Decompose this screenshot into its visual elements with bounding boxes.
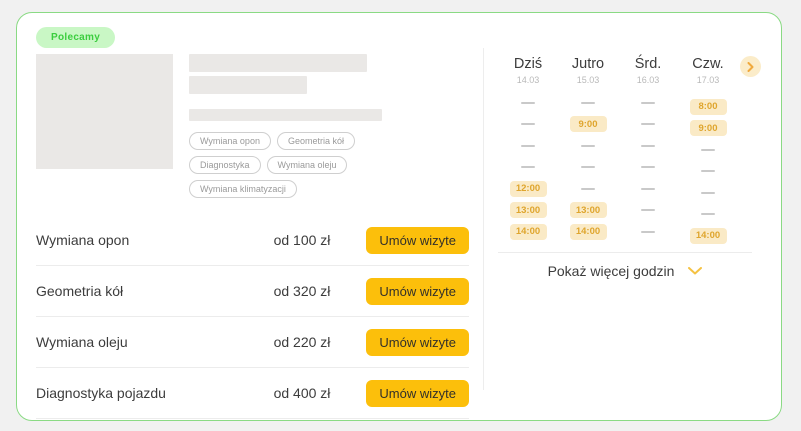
time-slot-button[interactable]: 9:00 xyxy=(690,120,727,136)
empty-slot-dash xyxy=(618,157,678,179)
placeholder-line xyxy=(189,76,307,94)
empty-slot-dash xyxy=(498,92,558,114)
service-provider-card: Polecamy Wymiana opon Geometria kół Diag… xyxy=(16,12,782,421)
empty-slot-dash xyxy=(678,182,738,204)
day-date: 17.03 xyxy=(678,75,738,85)
service-row: Wymiana opon od 100 zł Umów wizyte xyxy=(36,215,469,266)
time-slot-cell: 14:00 xyxy=(498,221,558,243)
service-name: Diagnostyka pojazdu xyxy=(36,385,230,401)
service-price: od 320 zł xyxy=(230,283,330,299)
service-row: Geometria kół od 320 zł Umów wizyte xyxy=(36,266,469,317)
chevron-down-icon xyxy=(688,267,702,275)
service-tag: Wymiana oleju xyxy=(267,156,348,174)
provider-image-placeholder xyxy=(36,54,173,169)
service-row: Wymiana oleju od 220 zł Umów wizyte xyxy=(36,317,469,368)
service-tag: Wymiana klimatyzacji xyxy=(189,180,297,198)
day-date: 15.03 xyxy=(558,75,618,85)
book-visit-button[interactable]: Umów wizyte xyxy=(366,380,469,407)
day-label: Śrd. xyxy=(618,56,678,72)
time-slot-cell: 14:00 xyxy=(678,225,738,247)
placeholder-line xyxy=(189,54,367,72)
empty-slot-dash xyxy=(618,221,678,243)
chevron-right-icon xyxy=(747,62,754,72)
service-price: od 100 zł xyxy=(230,232,330,248)
time-slot-button[interactable]: 14:00 xyxy=(690,228,727,244)
empty-slot-dash xyxy=(618,200,678,222)
placeholder-line xyxy=(189,109,382,121)
time-slot-button[interactable]: 8:00 xyxy=(690,99,727,115)
empty-slot-dash xyxy=(498,114,558,136)
time-slot-button[interactable]: 13:00 xyxy=(510,202,547,218)
empty-slot-dash xyxy=(618,92,678,114)
day-column-header: Dziś 14.03 xyxy=(498,56,558,85)
day-column-header: Czw. 17.03 xyxy=(678,56,738,85)
recommended-badge: Polecamy xyxy=(36,27,115,48)
service-tag: Diagnostyka xyxy=(189,156,261,174)
day-date: 14.03 xyxy=(498,75,558,85)
time-slot-cell: 13:00 xyxy=(558,200,618,222)
service-price: od 220 zł xyxy=(230,334,330,350)
next-days-button[interactable] xyxy=(740,56,761,77)
day-date: 16.03 xyxy=(618,75,678,85)
day-label: Dziś xyxy=(498,56,558,72)
service-name: Wymiana opon xyxy=(36,232,230,248)
empty-slot-dash xyxy=(558,92,618,114)
time-slot-cell: 12:00 xyxy=(498,178,558,200)
time-slot-cell: 9:00 xyxy=(678,118,738,140)
time-slot-cell: 13:00 xyxy=(498,200,558,222)
empty-slot-dash xyxy=(558,157,618,179)
empty-slot-dash xyxy=(678,139,738,161)
availability-calendar: Dziś 14.03 Jutro 15.03 Śrd. 16.03 Czw. 1… xyxy=(483,48,767,390)
empty-slot-dash xyxy=(558,178,618,200)
time-slot-button[interactable]: 9:00 xyxy=(570,116,607,132)
service-tag-list: Wymiana opon Geometria kół Diagnostyka W… xyxy=(189,132,429,198)
book-visit-button[interactable]: Umów wizyte xyxy=(366,227,469,254)
time-slot-grid: 8:00 9:00 9:00 12:00 13:00 13:00 14:00 14:00 14:… xyxy=(498,92,767,243)
time-slot-button[interactable]: 12:00 xyxy=(510,181,547,197)
book-visit-button[interactable]: Umów wizyte xyxy=(366,278,469,305)
provider-profile: Wymiana opon Geometria kół Diagnostyka W… xyxy=(36,54,469,198)
book-visit-button[interactable]: Umów wizyte xyxy=(366,329,469,356)
day-label: Czw. xyxy=(678,56,738,72)
empty-slot-dash xyxy=(618,114,678,136)
provider-details-pane: Wymiana opon Geometria kół Diagnostyka W… xyxy=(36,54,469,421)
time-slot-cell: 8:00 xyxy=(678,96,738,118)
empty-slot-dash xyxy=(498,135,558,157)
service-row: Diagnostyka pojazdu od 400 zł Umów wizyt… xyxy=(36,368,469,419)
empty-slot-dash xyxy=(558,135,618,157)
calendar-header: Dziś 14.03 Jutro 15.03 Śrd. 16.03 Czw. 1… xyxy=(498,56,767,85)
show-more-hours-button[interactable]: Pokaż więcej godzin xyxy=(498,263,752,279)
service-tag: Geometria kół xyxy=(277,132,355,150)
day-label: Jutro xyxy=(558,56,618,72)
show-more-hours-label: Pokaż więcej godzin xyxy=(548,263,675,279)
time-slot-button[interactable]: 13:00 xyxy=(570,202,607,218)
service-name: Wymiana oleju xyxy=(36,334,230,350)
empty-slot-dash xyxy=(618,135,678,157)
calendar-divider xyxy=(498,252,752,253)
service-tag: Wymiana opon xyxy=(189,132,271,150)
time-slot-cell: 9:00 xyxy=(558,114,618,136)
time-slot-button[interactable]: 14:00 xyxy=(510,224,547,240)
empty-slot-dash xyxy=(678,161,738,183)
time-slot-cell: 14:00 xyxy=(558,221,618,243)
day-column-header: Jutro 15.03 xyxy=(558,56,618,85)
day-column-header: Śrd. 16.03 xyxy=(618,56,678,85)
service-name: Geometria kół xyxy=(36,283,230,299)
service-price: od 400 zł xyxy=(230,385,330,401)
empty-slot-dash xyxy=(498,157,558,179)
service-price-list: Wymiana opon od 100 zł Umów wizyte Geome… xyxy=(36,215,469,419)
empty-slot-dash xyxy=(618,178,678,200)
time-slot-button[interactable]: 14:00 xyxy=(570,224,607,240)
empty-slot-dash xyxy=(678,204,738,226)
provider-info: Wymiana opon Geometria kół Diagnostyka W… xyxy=(189,54,469,198)
